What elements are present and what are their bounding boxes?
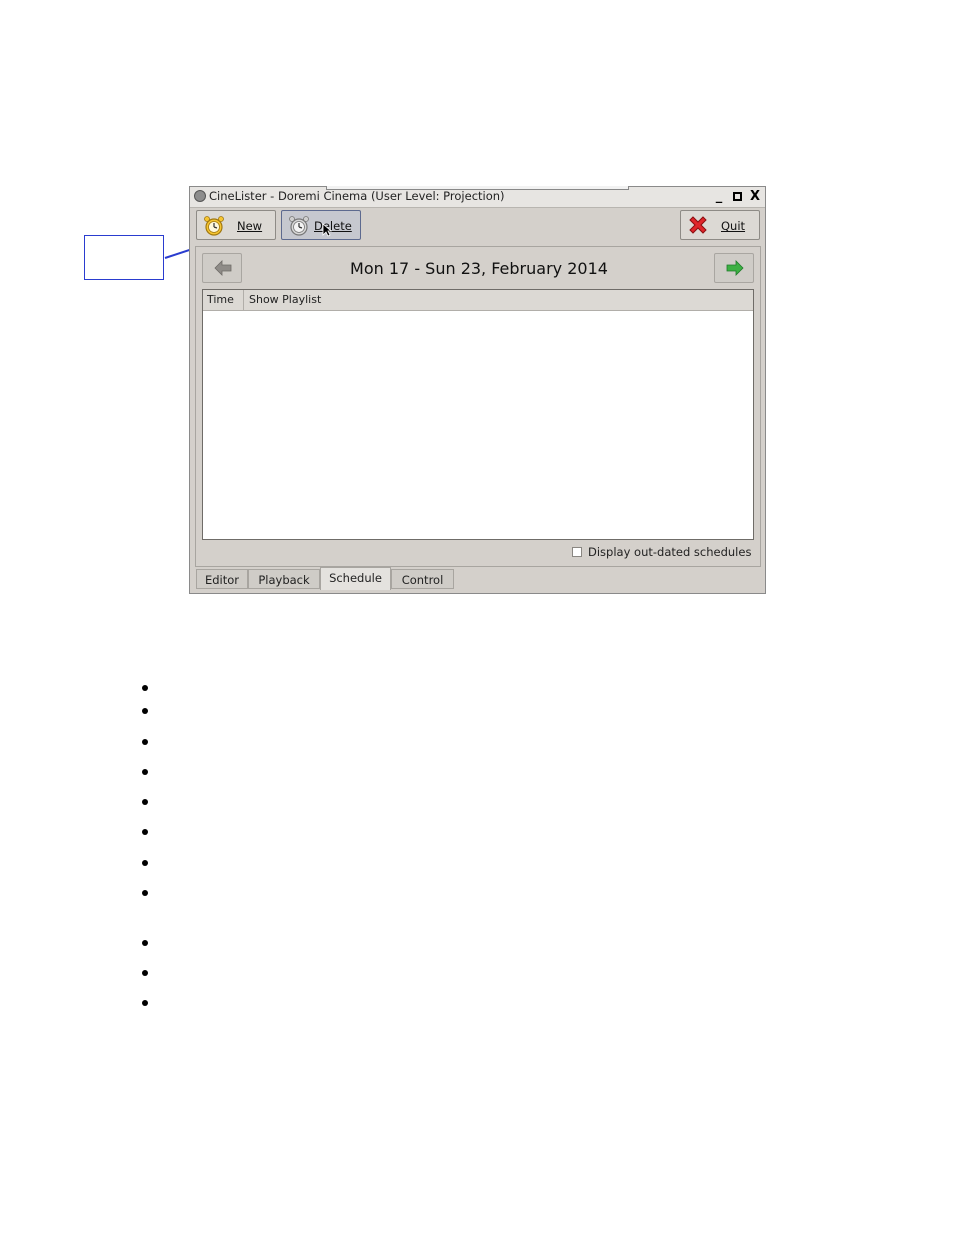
column-header-show-playlist[interactable]: Show Playlist <box>245 290 321 310</box>
delete-button-label: Delete <box>314 219 352 233</box>
schedule-panel: Mon 17 - Sun 23, February 2014 Time Show… <box>195 246 761 567</box>
next-week-button[interactable] <box>714 253 754 283</box>
list-bullet <box>142 769 148 775</box>
alarm-clock-new-icon <box>204 216 224 236</box>
right-arrow-icon <box>726 260 744 276</box>
outdated-schedules-label: Display out-dated schedules <box>588 545 752 559</box>
list-bullet <box>142 685 148 691</box>
annotation-callout-box <box>84 235 164 280</box>
red-x-quit-icon <box>689 216 707 234</box>
list-bullet <box>142 799 148 805</box>
column-header-time[interactable]: Time <box>203 290 244 310</box>
list-header: Time Show Playlist <box>203 290 753 311</box>
tab-playback[interactable]: Playback <box>248 569 320 589</box>
app-window: CineLister - Doremi Cinema (User Level: … <box>189 186 766 594</box>
delete-button[interactable]: Delete <box>281 210 361 240</box>
quit-button[interactable]: Quit <box>680 210 760 240</box>
mouse-cursor-icon <box>322 223 332 237</box>
previous-week-button[interactable] <box>202 253 242 283</box>
week-range-title: Mon 17 - Sun 23, February 2014 <box>350 259 608 278</box>
window-title: CineLister - Doremi Cinema (User Level: … <box>209 189 505 203</box>
list-bullet <box>142 890 148 896</box>
close-button[interactable]: X <box>747 189 763 204</box>
outdated-schedules-option[interactable]: Display out-dated schedules <box>572 545 751 559</box>
list-bullet <box>142 739 148 745</box>
list-bullet <box>142 970 148 976</box>
minimize-button[interactable]: _ <box>711 189 727 204</box>
maximize-icon <box>732 192 742 201</box>
alarm-clock-delete-icon <box>289 216 309 236</box>
left-arrow-icon <box>214 260 232 276</box>
outdated-schedules-checkbox[interactable] <box>572 547 582 557</box>
tab-schedule[interactable]: Schedule <box>320 567 391 590</box>
film-reel-icon <box>194 190 206 202</box>
new-button[interactable]: New <box>196 210 276 240</box>
maximize-button[interactable] <box>729 189 745 204</box>
list-bullet <box>142 860 148 866</box>
quit-button-label: Quit <box>721 219 746 233</box>
tab-control[interactable]: Control <box>391 569 454 589</box>
list-bullet <box>142 708 148 714</box>
new-button-label: New <box>237 219 263 233</box>
list-bullet <box>142 940 148 946</box>
list-bullet <box>142 829 148 835</box>
title-bar[interactable]: CineLister - Doremi Cinema (User Level: … <box>190 186 765 208</box>
tab-editor[interactable]: Editor <box>196 569 248 589</box>
list-bullet <box>142 1000 148 1006</box>
schedule-list[interactable]: Time Show Playlist <box>202 289 754 540</box>
